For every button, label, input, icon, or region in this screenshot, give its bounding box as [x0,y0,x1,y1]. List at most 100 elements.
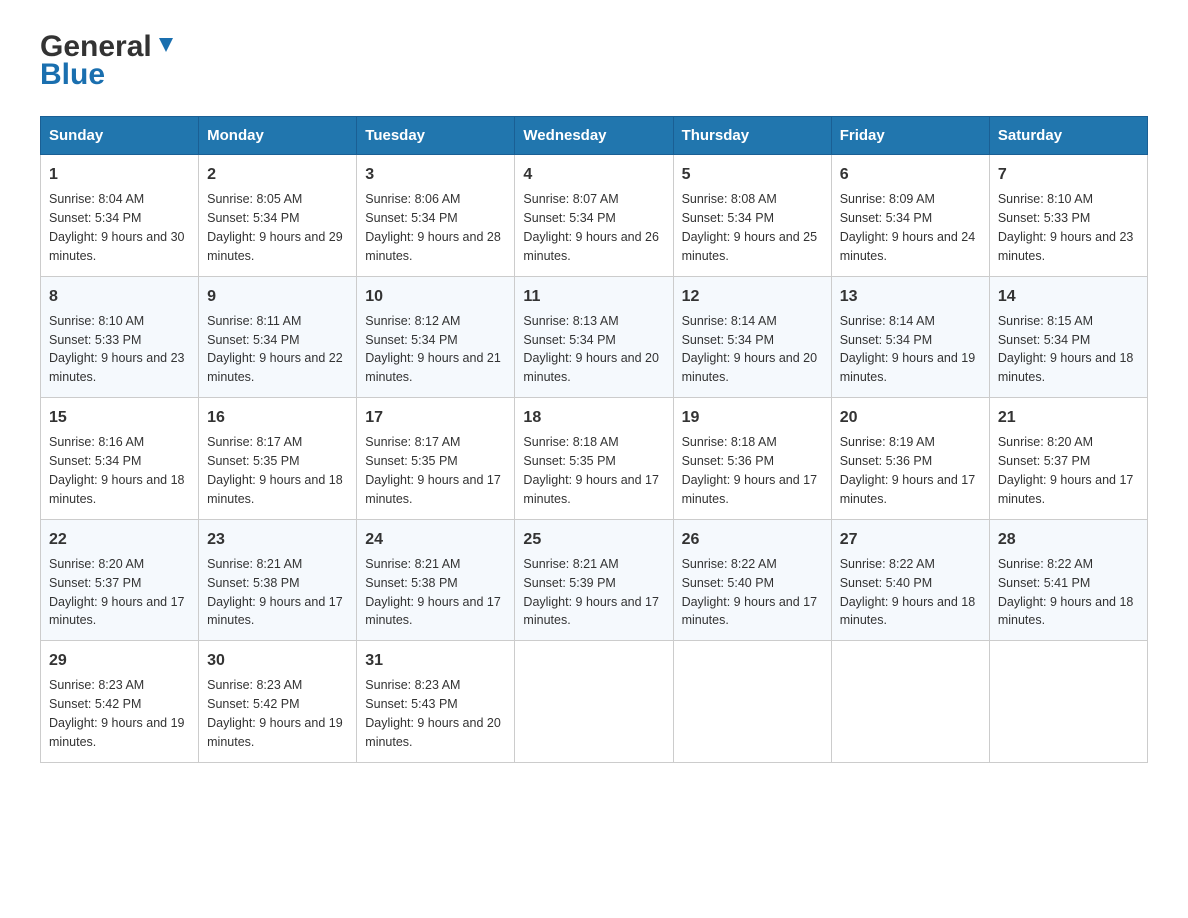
logo-arrow-icon [153,38,177,56]
daylight-info: Daylight: 9 hours and 19 minutes. [840,351,976,384]
daylight-info: Daylight: 9 hours and 17 minutes. [49,595,185,628]
daylight-info: Daylight: 9 hours and 24 minutes. [840,230,976,263]
col-header-saturday: Saturday [989,117,1147,155]
day-number: 18 [523,406,664,429]
sunrise-info: Sunrise: 8:22 AM [682,557,777,571]
day-number: 14 [998,285,1139,308]
sunrise-info: Sunrise: 8:11 AM [207,314,301,328]
day-number: 7 [998,163,1139,186]
day-cell-30: 30Sunrise: 8:23 AMSunset: 5:42 PMDayligh… [199,641,357,763]
day-number: 17 [365,406,506,429]
daylight-info: Daylight: 9 hours and 17 minutes. [682,473,818,506]
logo-blue: Blue [40,58,105,92]
day-number: 10 [365,285,506,308]
day-number: 24 [365,528,506,551]
day-cell-16: 16Sunrise: 8:17 AMSunset: 5:35 PMDayligh… [199,398,357,520]
daylight-info: Daylight: 9 hours and 19 minutes. [49,716,185,749]
daylight-info: Daylight: 9 hours and 29 minutes. [207,230,343,263]
sunset-info: Sunset: 5:34 PM [523,333,615,347]
day-cell-21: 21Sunrise: 8:20 AMSunset: 5:37 PMDayligh… [989,398,1147,520]
daylight-info: Daylight: 9 hours and 17 minutes. [682,595,818,628]
day-number: 29 [49,649,190,672]
daylight-info: Daylight: 9 hours and 20 minutes. [523,351,659,384]
sunset-info: Sunset: 5:34 PM [840,211,932,225]
day-cell-11: 11 Sunrise: 8:13 AM Sunset: 5:34 PM Dayligh… [515,276,673,398]
sunrise-info: Sunrise: 8:23 AM [365,678,460,692]
empty-cell [831,641,989,763]
sunset-info: Sunset: 5:34 PM [682,333,774,347]
daylight-info: Daylight: 9 hours and 18 minutes. [840,595,976,628]
daylight-info: Daylight: 9 hours and 26 minutes. [523,230,659,263]
sunset-info: Sunset: 5:33 PM [49,333,141,347]
day-number: 31 [365,649,506,672]
day-cell-22: 22Sunrise: 8:20 AMSunset: 5:37 PMDayligh… [41,519,199,641]
sunrise-info: Sunrise: 8:16 AM [49,435,144,449]
daylight-info: Daylight: 9 hours and 17 minutes. [998,473,1134,506]
day-number: 21 [998,406,1139,429]
col-header-wednesday: Wednesday [515,117,673,155]
sunset-info: Sunset: 5:37 PM [49,576,141,590]
day-number: 11 [523,285,664,308]
week-row-1: 1Sunrise: 8:04 AMSunset: 5:34 PMDaylight… [41,155,1148,277]
day-number: 26 [682,528,823,551]
sunset-info: Sunset: 5:41 PM [998,576,1090,590]
day-cell-12: 12Sunrise: 8:14 AMSunset: 5:34 PMDayligh… [673,276,831,398]
daylight-info: Daylight: 9 hours and 18 minutes. [998,595,1134,628]
sunrise-info: Sunrise: 8:14 AM [840,314,935,328]
page-header: General Blue [40,30,1148,92]
daylight-info: Daylight: 9 hours and 17 minutes. [365,595,501,628]
day-cell-26: 26Sunrise: 8:22 AMSunset: 5:40 PMDayligh… [673,519,831,641]
daylight-info: Daylight: 9 hours and 18 minutes. [998,351,1134,384]
sunrise-info: Sunrise: 8:05 AM [207,192,302,206]
sunrise-info: Sunrise: 8:20 AM [49,557,144,571]
daylight-info: Daylight: 9 hours and 28 minutes. [365,230,501,263]
sunrise-info: Sunrise: 8:06 AM [365,192,460,206]
day-cell-15: 15Sunrise: 8:16 AMSunset: 5:34 PMDayligh… [41,398,199,520]
sunset-info: Sunset: 5:34 PM [49,211,141,225]
day-cell-6: 6Sunrise: 8:09 AMSunset: 5:34 PMDaylight… [831,155,989,277]
daylight-info: Daylight: 9 hours and 22 minutes. [207,351,343,384]
sunrise-info: Sunrise: 8:13 AM [523,314,618,328]
day-number: 30 [207,649,348,672]
sunset-info: Sunset: 5:36 PM [840,454,932,468]
sunrise-info: Sunrise: 8:12 AM [365,314,460,328]
sunset-info: Sunset: 5:34 PM [840,333,932,347]
day-number: 3 [365,163,506,186]
sunrise-info: Sunrise: 8:10 AM [998,192,1093,206]
day-cell-9: 9Sunrise: 8:11 AMSunset: 5:34 PMDaylight… [199,276,357,398]
sunrise-info: Sunrise: 8:07 AM [523,192,618,206]
sunset-info: Sunset: 5:37 PM [998,454,1090,468]
week-row-2: 8Sunrise: 8:10 AMSunset: 5:33 PMDaylight… [41,276,1148,398]
day-cell-18: 18Sunrise: 8:18 AMSunset: 5:35 PMDayligh… [515,398,673,520]
daylight-info: Daylight: 9 hours and 18 minutes. [207,473,343,506]
daylight-info: Daylight: 9 hours and 17 minutes. [207,595,343,628]
day-cell-25: 25Sunrise: 8:21 AMSunset: 5:39 PMDayligh… [515,519,673,641]
sunrise-info: Sunrise: 8:23 AM [207,678,302,692]
daylight-info: Daylight: 9 hours and 17 minutes. [523,473,659,506]
sunrise-info: Sunrise: 8:04 AM [49,192,144,206]
sunset-info: Sunset: 5:43 PM [365,697,457,711]
day-cell-13: 13 Sunrise: 8:14 AM Sunset: 5:34 PM Dayligh… [831,276,989,398]
day-number: 12 [682,285,823,308]
week-row-3: 15Sunrise: 8:16 AMSunset: 5:34 PMDayligh… [41,398,1148,520]
calendar-table: SundayMondayTuesdayWednesdayThursdayFrid… [40,116,1148,763]
col-header-tuesday: Tuesday [357,117,515,155]
sunrise-info: Sunrise: 8:08 AM [682,192,777,206]
daylight-info: Daylight: 9 hours and 17 minutes. [840,473,976,506]
sunset-info: Sunset: 5:34 PM [207,211,299,225]
day-number: 15 [49,406,190,429]
sunset-info: Sunset: 5:40 PM [840,576,932,590]
week-row-5: 29Sunrise: 8:23 AMSunset: 5:42 PMDayligh… [41,641,1148,763]
header-row: SundayMondayTuesdayWednesdayThursdayFrid… [41,117,1148,155]
day-cell-5: 5Sunrise: 8:08 AMSunset: 5:34 PMDaylight… [673,155,831,277]
day-cell-24: 24Sunrise: 8:21 AMSunset: 5:38 PMDayligh… [357,519,515,641]
daylight-info: Daylight: 9 hours and 19 minutes. [207,716,343,749]
day-cell-8: 8Sunrise: 8:10 AMSunset: 5:33 PMDaylight… [41,276,199,398]
sunrise-info: Sunrise: 8:21 AM [365,557,460,571]
day-number: 2 [207,163,348,186]
sunset-info: Sunset: 5:34 PM [998,333,1090,347]
day-cell-2: 2 Sunrise: 8:05 AM Sunset: 5:34 PM Daylight… [199,155,357,277]
sunrise-info: Sunrise: 8:19 AM [840,435,935,449]
day-number: 23 [207,528,348,551]
day-number: 13 [840,285,981,308]
